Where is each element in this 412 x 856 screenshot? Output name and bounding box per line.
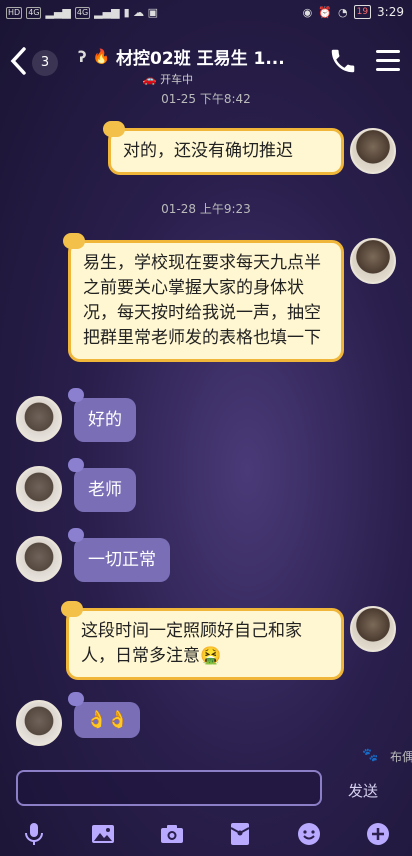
input-row: 发送: [0, 766, 412, 812]
voice-button[interactable]: [20, 820, 48, 848]
menu-line: [376, 50, 400, 53]
message-input[interactable]: [16, 770, 322, 806]
avatar-contact[interactable]: [16, 396, 62, 442]
send-button[interactable]: 发送: [348, 780, 378, 801]
battery-indicator: 19: [353, 5, 372, 19]
avatar-contact[interactable]: [16, 466, 62, 512]
chat-header: 3 ʔ 🔥 材控02班 王易生 1... 🚗 开车中: [0, 30, 412, 88]
message-bubble-in[interactable]: 好的: [68, 388, 136, 442]
paw-icon[interactable]: 🐾: [362, 748, 378, 763]
avatar-self[interactable]: [350, 606, 396, 652]
avatar-self[interactable]: [350, 238, 396, 284]
emoji-button[interactable]: [295, 820, 323, 848]
speed-icon: ◔: [337, 5, 348, 19]
message-bubble-out[interactable]: 这段时间一定照顾好自己和家人，日常多注意🤮: [61, 601, 344, 680]
network-4g-indicator: 4G: [26, 6, 42, 19]
bottom-toolbar: [0, 812, 412, 856]
image-icon: [91, 825, 114, 843]
signal-icon-2: ▂▄▆: [94, 6, 120, 19]
message-bubble-in[interactable]: 一切正常: [68, 528, 170, 582]
hd-indicator: HD: [6, 6, 23, 19]
fire-icon: 🔥: [92, 48, 111, 65]
chat-status: 🚗 开车中: [142, 73, 194, 86]
alarm-icon: ⏰: [318, 5, 332, 19]
avatar-contact[interactable]: [16, 700, 62, 746]
signal-icon: ▂▄▆: [45, 6, 71, 19]
avatar-self[interactable]: [350, 128, 396, 174]
phone-call-button[interactable]: [328, 46, 358, 80]
status-right: ◉ ⏰ ◔ 19 3:29: [303, 5, 404, 19]
menu-button[interactable]: [376, 50, 400, 77]
status-left: HD 4G ▂▄▆ 4G ▂▄▆ ▮ ☁ ▣: [6, 6, 158, 19]
message-bubble-in[interactable]: 👌👌: [67, 692, 141, 738]
back-button[interactable]: [8, 46, 28, 80]
phone-icon: [331, 49, 355, 73]
chat-title: 材控02班 王易生 1...: [116, 49, 285, 69]
camera-button[interactable]: [158, 820, 186, 848]
emoji-icon: [297, 823, 320, 845]
image-button[interactable]: [89, 820, 117, 848]
network-4g-indicator-2: 4G: [74, 6, 91, 19]
more-button[interactable]: [364, 820, 392, 848]
plus-icon: [366, 823, 389, 845]
menu-line: [376, 59, 400, 62]
message-bubble-out[interactable]: 对的，还没有确切推迟: [103, 121, 344, 175]
notification-icons: ▮ ☁ ▣: [123, 6, 159, 19]
pet-label[interactable]: 布偶: [390, 748, 412, 765]
message-bubble-out[interactable]: 易生，学校现在要求每天九点半之前要关心掌握大家的身体状况，每天按时给我说一声，抽…: [63, 233, 344, 362]
chevron-left-icon: [10, 47, 26, 75]
message-bubble-in[interactable]: 老师: [68, 458, 136, 512]
mic-icon: [25, 823, 44, 845]
menu-line: [376, 68, 400, 71]
timestamp: 01-25 下午8:42: [161, 92, 251, 106]
ear-icon: ʔ: [78, 47, 87, 66]
gift-box-icon: [230, 823, 250, 845]
camera-icon: [160, 825, 183, 843]
timestamp: 01-28 上午9:23: [161, 202, 251, 216]
clock: 3:29: [377, 5, 404, 19]
unread-count-badge[interactable]: 3: [32, 50, 58, 76]
eye-icon: ◉: [302, 5, 313, 19]
red-packet-button[interactable]: [226, 820, 254, 848]
title-area[interactable]: ʔ 🔥 材控02班 王易生 1... 🚗 开车中: [78, 44, 318, 87]
avatar-contact[interactable]: [16, 536, 62, 582]
status-bar: HD 4G ▂▄▆ 4G ▂▄▆ ▮ ☁ ▣ ◉ ⏰ ◔ 19 3:29: [0, 0, 412, 30]
